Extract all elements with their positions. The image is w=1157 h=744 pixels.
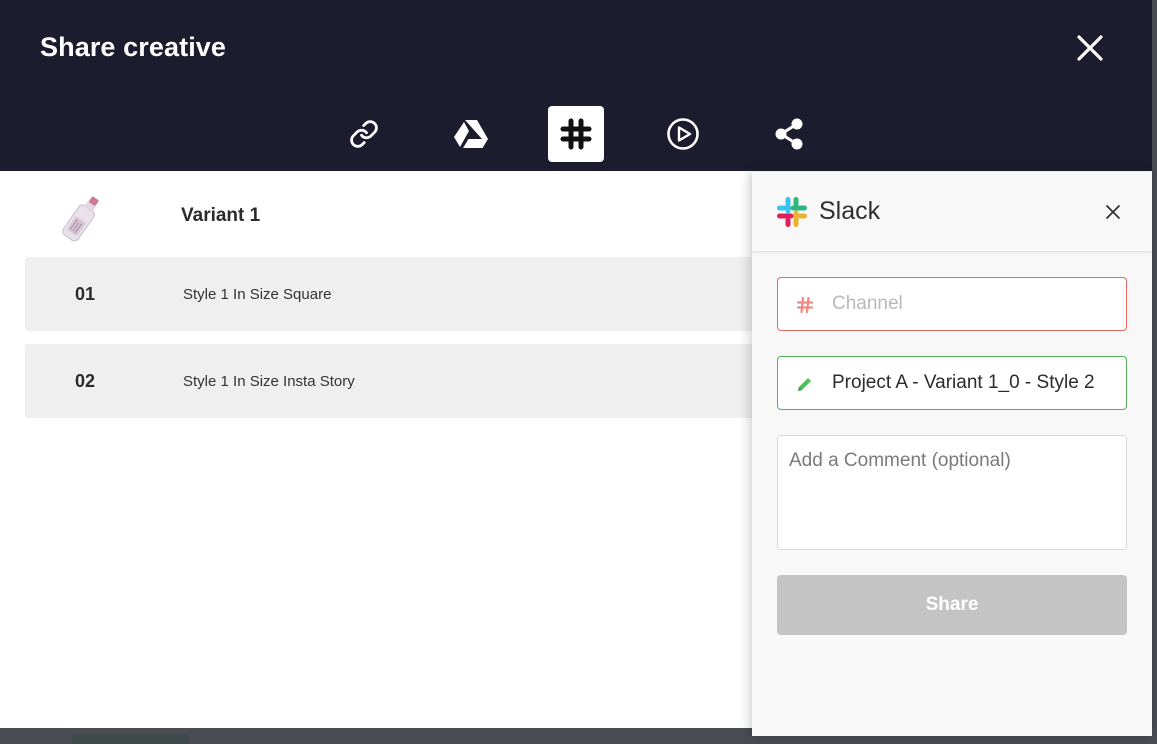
- channel-input[interactable]: [832, 290, 1117, 318]
- google-drive-icon: [454, 120, 488, 148]
- item-description: Style 1 In Size Insta Story: [183, 373, 355, 390]
- slack-logo-icon: [777, 197, 807, 227]
- item-number: 02: [75, 371, 96, 391]
- variant-header: Variant 1: [0, 172, 752, 257]
- message-title-input[interactable]: [832, 369, 1117, 397]
- product-thumbnail: [62, 196, 99, 242]
- play-circle-icon: [667, 118, 699, 150]
- list-item[interactable]: 02 Style 1 In Size Insta Story: [25, 344, 765, 418]
- item-description: Style 1 In Size Square: [183, 286, 332, 303]
- close-icon[interactable]: [1073, 31, 1107, 65]
- slack-icon: [560, 118, 592, 150]
- hashtag-icon: [796, 296, 814, 314]
- comment-textarea[interactable]: [777, 435, 1127, 550]
- slack-panel-header: Slack: [752, 172, 1152, 252]
- tab-slack[interactable]: [548, 106, 604, 162]
- list-item[interactable]: 01 Style 1 In Size Square: [25, 257, 765, 331]
- item-number: 01: [75, 284, 96, 304]
- tab-share[interactable]: [761, 106, 817, 162]
- share-creative-modal: Share creative Variant 1 01 Style 1 In S…: [0, 0, 1152, 736]
- channel-field[interactable]: [777, 277, 1127, 331]
- background-element: [72, 734, 190, 744]
- message-title-field[interactable]: [777, 356, 1127, 410]
- tab-link[interactable]: [336, 106, 392, 162]
- slack-panel: Slack Share: [752, 172, 1152, 736]
- modal-title: Share creative: [40, 32, 227, 62]
- close-icon[interactable]: [1104, 203, 1122, 221]
- slack-panel-title: Slack: [819, 197, 881, 225]
- tab-video[interactable]: [655, 106, 711, 162]
- modal-header: Share creative: [0, 0, 1152, 171]
- share-icon: [775, 118, 803, 150]
- tab-google-drive[interactable]: [443, 106, 499, 162]
- share-button[interactable]: Share: [777, 575, 1127, 635]
- link-icon: [350, 120, 378, 148]
- variant-name: Variant 1: [181, 205, 261, 226]
- pencil-icon: [798, 378, 811, 391]
